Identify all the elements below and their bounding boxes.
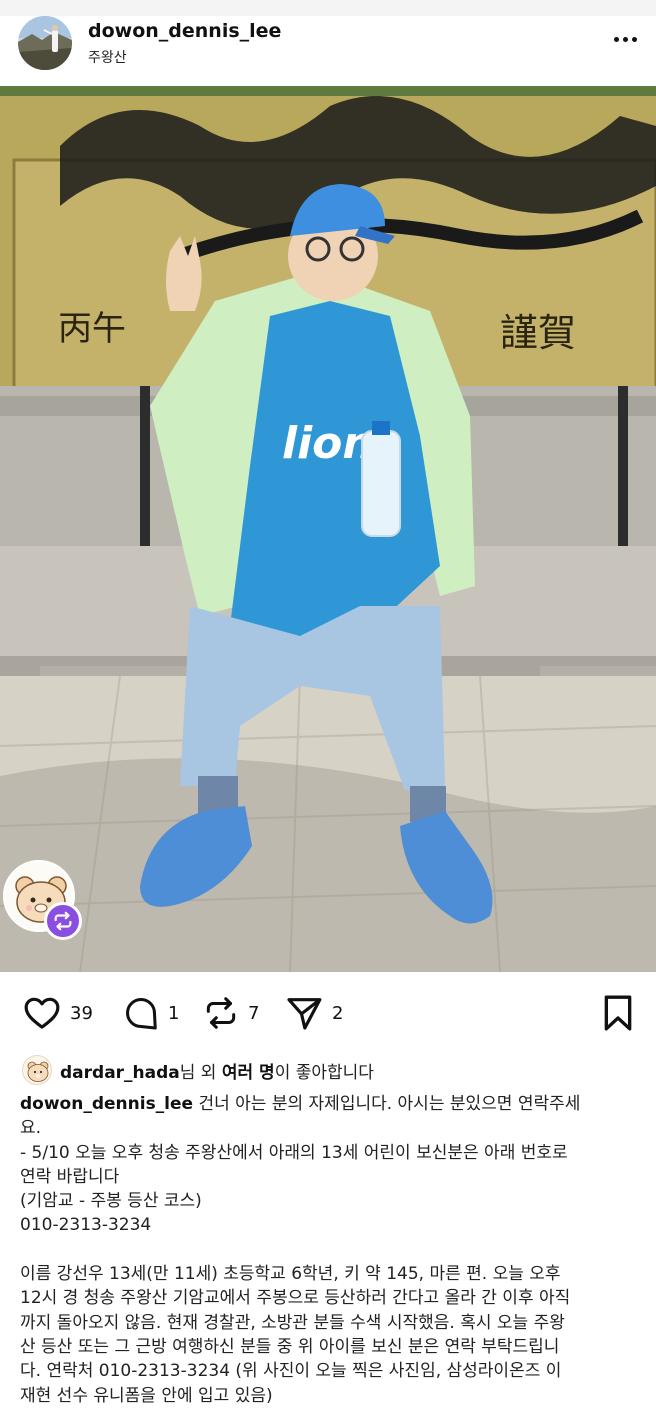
caption-text: 건너 아는 분의 자제입니다. 아시는 분있으면 연락주세 요. - 5/10 … <box>20 1094 581 1406</box>
post-photo-illustration: 丙午 謹賀 lions <box>0 86 656 972</box>
liked-by-suffix-1: 님 외 <box>179 1062 222 1083</box>
post-caption: dowon_dennis_lee 건너 아는 분의 자제입니다. 아시는 분있으… <box>20 1092 640 1408</box>
comment-button[interactable]: 1 <box>122 990 179 1036</box>
liked-by-others[interactable]: 여러 명 <box>222 1063 275 1083</box>
share-count: 2 <box>332 1002 344 1024</box>
svg-text:丙午: 丙午 <box>58 309 126 349</box>
action-bar: 39 1 7 2 <box>0 990 656 1036</box>
post-photo[interactable]: 丙午 謹賀 lions <box>0 86 656 972</box>
svg-text:謹賀: 謹賀 <box>500 311 576 355</box>
share-button[interactable]: 2 <box>284 990 343 1036</box>
save-button[interactable] <box>600 990 636 1036</box>
liker-avatar <box>22 1055 52 1085</box>
heart-icon <box>24 997 60 1029</box>
liker-username[interactable]: dardar_hada <box>60 1063 180 1083</box>
repost-badge-icon <box>44 902 82 940</box>
avatar-photo <box>18 16 72 70</box>
repost-count: 7 <box>248 1002 260 1024</box>
more-dot <box>631 36 637 42</box>
repost-button[interactable]: 7 <box>202 990 259 1036</box>
post-username[interactable]: dowon_dennis_lee <box>88 20 281 42</box>
like-count: 39 <box>70 1002 93 1024</box>
bear-avatar-icon <box>27 1061 49 1082</box>
more-dot <box>613 36 619 42</box>
repost-icon <box>206 997 236 1029</box>
like-button[interactable]: 39 <box>22 990 93 1036</box>
bookmark-icon <box>604 995 632 1031</box>
caption-author[interactable]: dowon_dennis_lee <box>20 1094 193 1114</box>
send-icon <box>287 998 322 1030</box>
liked-by-row[interactable]: dardar_hada님 외 여러 명이 좋아합니다 <box>22 1055 374 1085</box>
comment-count: 1 <box>168 1002 180 1024</box>
more-icon[interactable] <box>610 24 640 54</box>
user-avatar[interactable] <box>18 16 72 70</box>
liked-by-text: dardar_hada님 외 여러 명이 좋아합니다 <box>60 1058 374 1083</box>
more-dot <box>622 36 628 42</box>
comment-icon <box>126 998 157 1030</box>
status-strip <box>0 0 656 16</box>
post-location[interactable]: 주왕산 <box>88 47 127 67</box>
liked-by-suffix-2: 이 좋아합니다 <box>274 1062 374 1083</box>
post-header: dowon_dennis_lee 주왕산 <box>0 16 656 86</box>
